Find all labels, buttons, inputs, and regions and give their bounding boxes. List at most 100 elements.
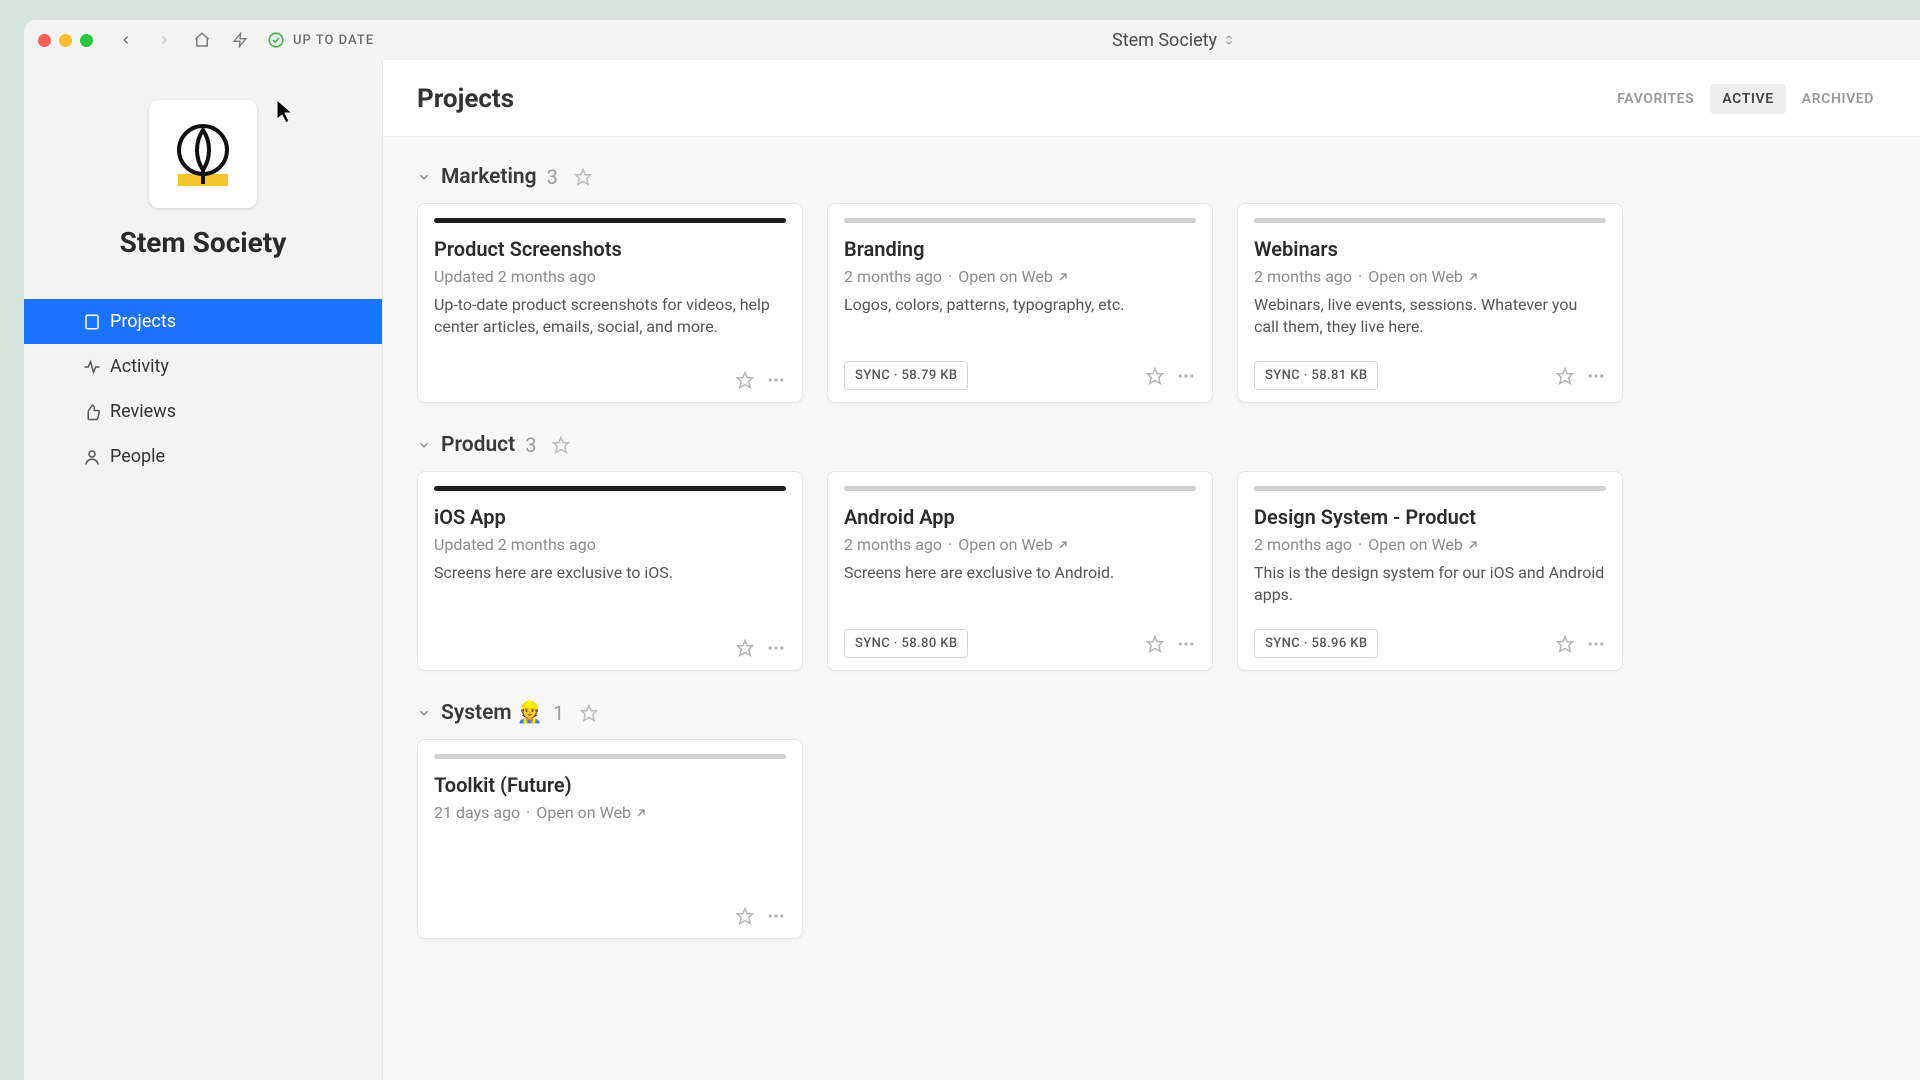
tab-archived[interactable]: ARCHIVED <box>1790 84 1886 114</box>
section-name: Marketing <box>441 165 537 189</box>
filter-tabs: FAVORITES ACTIVE ARCHIVED <box>1605 84 1886 114</box>
favorite-card-button[interactable] <box>1146 635 1164 653</box>
sync-badge[interactable]: SYNC · 58.79 KB <box>844 361 968 390</box>
favorite-card-button[interactable] <box>736 371 754 389</box>
sync-badge[interactable]: SYNC · 58.81 KB <box>1254 361 1378 390</box>
favorite-section-button[interactable] <box>552 436 570 454</box>
brand-title: Stem Society <box>24 226 382 259</box>
card-footer: SYNC · 58.96 KB <box>1254 619 1606 658</box>
card-updated-text: Updated 2 months ago <box>434 535 596 554</box>
card-row: Product Screenshots Updated 2 months ago… <box>417 203 1920 403</box>
card-more-button[interactable] <box>766 370 786 390</box>
tab-active[interactable]: ACTIVE <box>1710 84 1785 114</box>
section-collapse-toggle[interactable] <box>417 170 431 184</box>
project-card[interactable]: iOS App Updated 2 months ago Screens her… <box>417 471 803 671</box>
sidebar-item-people[interactable]: People <box>24 434 382 479</box>
card-more-button[interactable] <box>766 638 786 658</box>
card-more-button[interactable] <box>1586 366 1606 386</box>
card-footer: SYNC · 58.79 KB <box>844 351 1196 390</box>
favorite-section-button[interactable] <box>580 704 598 722</box>
card-footer <box>434 360 786 390</box>
section-collapse-toggle[interactable] <box>417 438 431 452</box>
page-title: Projects <box>417 84 514 114</box>
favorite-card-button[interactable] <box>1556 367 1574 385</box>
section-header: Product 3 <box>417 433 1920 457</box>
user-icon <box>82 447 102 467</box>
favorite-card-button[interactable] <box>736 907 754 925</box>
sidebar-item-label: Reviews <box>110 401 176 422</box>
project-card[interactable]: Toolkit (Future) 21 days ago · Open on W… <box>417 739 803 939</box>
sidebar-item-projects[interactable]: Projects <box>24 299 382 344</box>
sidebar-item-reviews[interactable]: Reviews <box>24 389 382 434</box>
project-card[interactable]: Product Screenshots Updated 2 months ago… <box>417 203 803 403</box>
brand-logo-icon <box>168 116 238 192</box>
card-color-bar <box>1254 218 1606 223</box>
section-collapse-toggle[interactable] <box>417 706 431 720</box>
card-description: Screens here are exclusive to Android. <box>844 562 1196 584</box>
card-footer: SYNC · 58.80 KB <box>844 619 1196 658</box>
content-area: Marketing 3 Product Screenshots Updated … <box>383 137 1920 1080</box>
section: Product 3 iOS App Updated 2 months ago S… <box>417 433 1920 671</box>
forward-button[interactable] <box>155 31 173 49</box>
card-footer <box>434 896 786 926</box>
open-on-web-link[interactable]: Open on Web <box>536 803 647 822</box>
card-color-bar <box>844 218 1196 223</box>
project-card[interactable]: Design System - Product 2 months ago · O… <box>1237 471 1623 671</box>
sidebar: Stem Society Projects Activity <box>24 60 382 1080</box>
window-controls <box>38 34 93 47</box>
favorite-section-button[interactable] <box>574 168 592 186</box>
card-description: Up-to-date product screenshots for video… <box>434 294 786 339</box>
open-on-web-link[interactable]: Open on Web <box>958 535 1069 554</box>
card-description: Screens here are exclusive to iOS. <box>434 562 786 584</box>
tab-favorites[interactable]: FAVORITES <box>1605 84 1706 114</box>
card-subtitle: Updated 2 months ago <box>434 535 786 554</box>
sidebar-item-label: People <box>110 446 165 467</box>
section-header: System 👷 1 <box>417 701 1920 725</box>
project-card[interactable]: Android App 2 months ago · Open on Web S… <box>827 471 1213 671</box>
fullscreen-window-button[interactable] <box>80 34 93 47</box>
card-title: Product Screenshots <box>434 237 786 261</box>
card-color-bar <box>1254 486 1606 491</box>
favorite-card-button[interactable] <box>736 639 754 657</box>
sync-badge[interactable]: SYNC · 58.80 KB <box>844 629 968 658</box>
card-description: Logos, colors, patterns, typography, etc… <box>844 294 1196 316</box>
minimize-window-button[interactable] <box>59 34 72 47</box>
card-title: iOS App <box>434 505 786 529</box>
sidebar-item-label: Projects <box>110 311 176 332</box>
back-button[interactable] <box>117 31 135 49</box>
card-description: This is the design system for our iOS an… <box>1254 562 1606 607</box>
open-on-web-link[interactable]: Open on Web <box>1368 267 1479 286</box>
card-more-button[interactable] <box>1586 634 1606 654</box>
section-header: Marketing 3 <box>417 165 1920 189</box>
open-on-web-link[interactable]: Open on Web <box>958 267 1069 286</box>
close-window-button[interactable] <box>38 34 51 47</box>
card-more-button[interactable] <box>766 906 786 926</box>
sync-status: UP TO DATE <box>267 31 374 49</box>
card-more-button[interactable] <box>1176 366 1196 386</box>
thumbs-up-icon <box>82 402 102 422</box>
sidebar-item-activity[interactable]: Activity <box>24 344 382 389</box>
home-button[interactable] <box>193 31 211 49</box>
card-subtitle: 21 days ago · Open on Web <box>434 803 786 822</box>
project-card[interactable]: Webinars 2 months ago · Open on Web Webi… <box>1237 203 1623 403</box>
project-card[interactable]: Branding 2 months ago · Open on Web Logo… <box>827 203 1213 403</box>
sync-status-text: UP TO DATE <box>293 33 374 48</box>
brand-logo[interactable] <box>149 100 257 208</box>
card-description: Webinars, live events, sessions. Whateve… <box>1254 294 1606 339</box>
bolt-icon[interactable] <box>231 31 249 49</box>
card-row: Toolkit (Future) 21 days ago · Open on W… <box>417 739 1920 939</box>
favorite-card-button[interactable] <box>1146 367 1164 385</box>
open-on-web-link[interactable]: Open on Web <box>1368 535 1479 554</box>
workspace-dropdown[interactable]: Stem Society <box>1112 30 1235 51</box>
card-subtitle: Updated 2 months ago <box>434 267 786 286</box>
card-updated-text: 2 months ago <box>844 267 942 286</box>
favorite-card-button[interactable] <box>1556 635 1574 653</box>
section-name: Product <box>441 433 515 457</box>
card-updated-text: 21 days ago <box>434 803 520 822</box>
section: Marketing 3 Product Screenshots Updated … <box>417 165 1920 403</box>
card-more-button[interactable] <box>1176 634 1196 654</box>
card-color-bar <box>434 486 786 491</box>
card-subtitle: 2 months ago · Open on Web <box>844 267 1196 286</box>
card-color-bar <box>844 486 1196 491</box>
sync-badge[interactable]: SYNC · 58.96 KB <box>1254 629 1378 658</box>
